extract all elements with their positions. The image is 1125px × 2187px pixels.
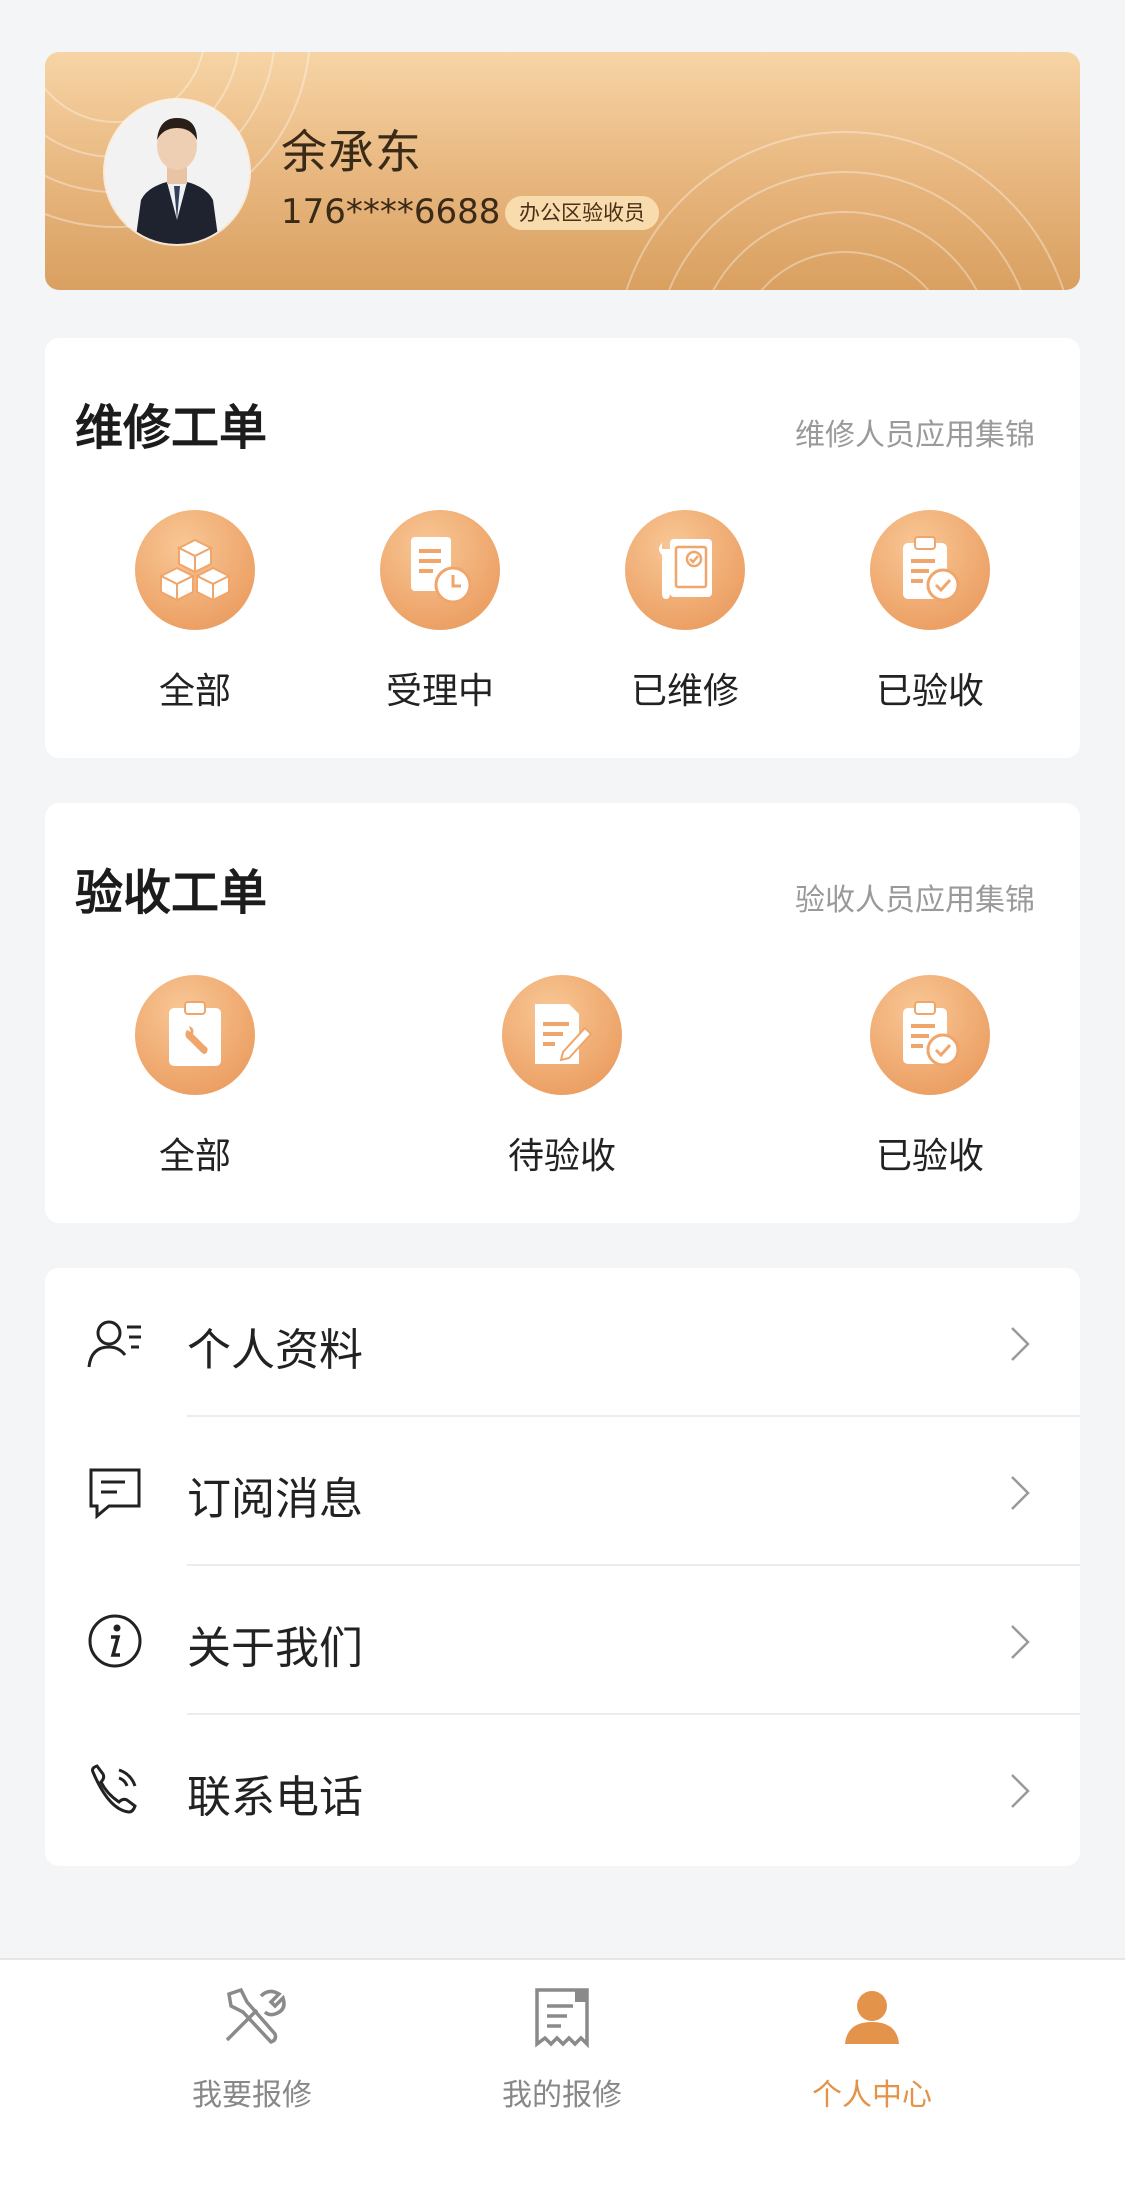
acceptance-pending-button[interactable]: 待验收 [482, 975, 642, 1179]
tools-icon [225, 1987, 286, 2045]
clipboard-check-icon [870, 975, 990, 1095]
repair-processing-button[interactable]: 受理中 [360, 510, 520, 714]
repair-accepted-button[interactable]: 已验收 [850, 510, 1010, 714]
repair-all-button[interactable]: 全部 [115, 510, 275, 714]
clipboard-wrench-icon [135, 975, 255, 1095]
avatar[interactable] [105, 100, 249, 244]
message-icon [89, 1468, 141, 1520]
repair-repaired-button[interactable]: 已维修 [605, 510, 765, 714]
menu-item-about[interactable]: 关于我们 [45, 1566, 1080, 1715]
repair-repaired-label: 已维修 [630, 671, 739, 712]
settings-menu: 个人资料 订阅消息 关于我们 联系电话 [45, 1268, 1080, 1866]
tab-my-repairs[interactable]: 我的报修 [462, 1982, 662, 2114]
profile-phone: 176****6688 [281, 192, 501, 232]
person-icon [845, 1991, 899, 2044]
document-clock-icon [380, 510, 500, 630]
profile-card[interactable]: 余承东 176****6688 办公区验收员 [45, 52, 1080, 290]
repair-orders-title: 维修工单 [75, 400, 268, 456]
acceptance-accepted-button[interactable]: 已验收 [850, 975, 1010, 1179]
chevron-right-icon [1011, 1327, 1030, 1361]
menu-item-profile[interactable]: 个人资料 [45, 1268, 1080, 1417]
acceptance-accepted-label: 已验收 [875, 1136, 984, 1177]
repair-all-label: 全部 [158, 671, 231, 712]
acceptance-orders-subtitle: 验收人员应用集锦 [795, 883, 1035, 918]
acceptance-all-button[interactable]: 全部 [115, 975, 275, 1179]
profile-name: 余承东 [281, 125, 422, 179]
phone-icon [91, 1764, 137, 1814]
tab-label: 个人中心 [812, 2078, 932, 2113]
bottom-tab-bar: 我要报修 我的报修 个人中心 [0, 1958, 1125, 2187]
menu-item-label: 订阅消息 [187, 1474, 363, 1525]
menu-item-contact[interactable]: 联系电话 [45, 1715, 1080, 1864]
menu-item-label: 关于我们 [187, 1623, 363, 1674]
chevron-right-icon [1011, 1625, 1030, 1659]
acceptance-pending-label: 待验收 [507, 1136, 616, 1177]
user-profile-icon [87, 1320, 141, 1368]
menu-item-subscribe[interactable]: 订阅消息 [45, 1417, 1080, 1566]
repair-orders-card: 维修工单 维修人员应用集锦 全部 受理中 已维修 已验收 [45, 338, 1080, 758]
role-badge: 办公区验收员 [505, 196, 659, 230]
acceptance-all-label: 全部 [158, 1136, 231, 1177]
boxes-icon [135, 510, 255, 630]
document-pen-icon [502, 975, 622, 1095]
repair-accepted-label: 已验收 [875, 671, 984, 712]
acceptance-orders-card: 验收工单 验收人员应用集锦 全部 待验收 已验收 [45, 803, 1080, 1223]
receipt-icon [535, 1988, 589, 2049]
menu-item-label: 个人资料 [187, 1325, 363, 1376]
repair-orders-subtitle: 维修人员应用集锦 [795, 418, 1035, 453]
info-icon [88, 1614, 142, 1668]
tab-personal-center[interactable]: 个人中心 [772, 1982, 972, 2114]
chevron-right-icon [1011, 1476, 1030, 1510]
clipboard-check-icon [870, 510, 990, 630]
wrench-document-icon [625, 510, 745, 630]
chevron-right-icon [1011, 1774, 1030, 1808]
menu-item-label: 联系电话 [187, 1772, 363, 1823]
tab-label: 我要报修 [192, 2078, 312, 2113]
acceptance-orders-title: 验收工单 [75, 865, 268, 921]
repair-processing-label: 受理中 [385, 671, 494, 712]
tab-report-repair[interactable]: 我要报修 [152, 1982, 352, 2114]
tab-label: 我的报修 [502, 2078, 622, 2113]
